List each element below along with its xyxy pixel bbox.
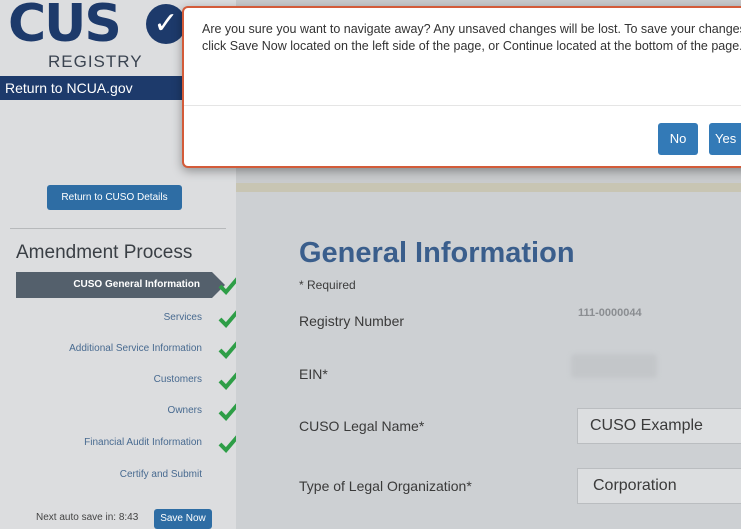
step-cuso-general-information[interactable]: CUSO General Information <box>16 272 225 298</box>
step-customers[interactable]: Customers <box>16 367 212 393</box>
org-type-select[interactable]: Corporation <box>577 468 741 504</box>
legal-name-input[interactable]: CUSO Example <box>577 408 741 444</box>
progress-strip <box>236 183 741 192</box>
ein-value-redacted <box>571 354 657 378</box>
cuso-registry-logo: CUS ✓ REGISTRY <box>0 0 186 80</box>
sidebar-divider <box>10 228 226 229</box>
amendment-process-title: Amendment Process <box>16 242 193 263</box>
dialog-message: Are you sure you want to navigate away? … <box>202 22 741 53</box>
step-certify-and-submit[interactable]: Certify and Submit <box>16 462 212 488</box>
dialog-divider <box>184 105 741 106</box>
step-owners[interactable]: Owners <box>16 398 212 424</box>
page-title: General Information <box>299 237 575 269</box>
check-circle-icon: ✓ <box>146 4 186 44</box>
logo-text: CUS <box>8 0 122 54</box>
ein-label: EIN* <box>299 366 328 382</box>
no-button[interactable]: No <box>658 123 698 155</box>
required-note: * Required <box>299 278 356 292</box>
navigate-away-dialog: Are you sure you want to navigate away? … <box>182 6 741 168</box>
registry-number-value: 111-0000044 <box>578 307 642 319</box>
logo-subtitle: REGISTRY <box>48 52 143 71</box>
legal-name-label: CUSO Legal Name* <box>299 418 425 434</box>
yes-button[interactable]: Yes <box>709 123 741 155</box>
autosave-timer: Next auto save in: 8:43 <box>36 512 139 523</box>
save-now-button[interactable]: Save Now <box>154 509 212 529</box>
step-financial-audit-information[interactable]: Financial Audit Information <box>16 430 212 456</box>
registry-number-label: Registry Number <box>299 313 405 329</box>
org-type-label: Type of Legal Organization* <box>299 478 472 494</box>
return-to-ncua-link[interactable]: Return to NCUA.gov <box>0 76 185 100</box>
step-additional-service-information[interactable]: Additional Service Information <box>16 336 212 362</box>
step-services[interactable]: Services <box>16 305 212 331</box>
return-to-cuso-details-button[interactable]: Return to CUSO Details <box>47 185 182 210</box>
